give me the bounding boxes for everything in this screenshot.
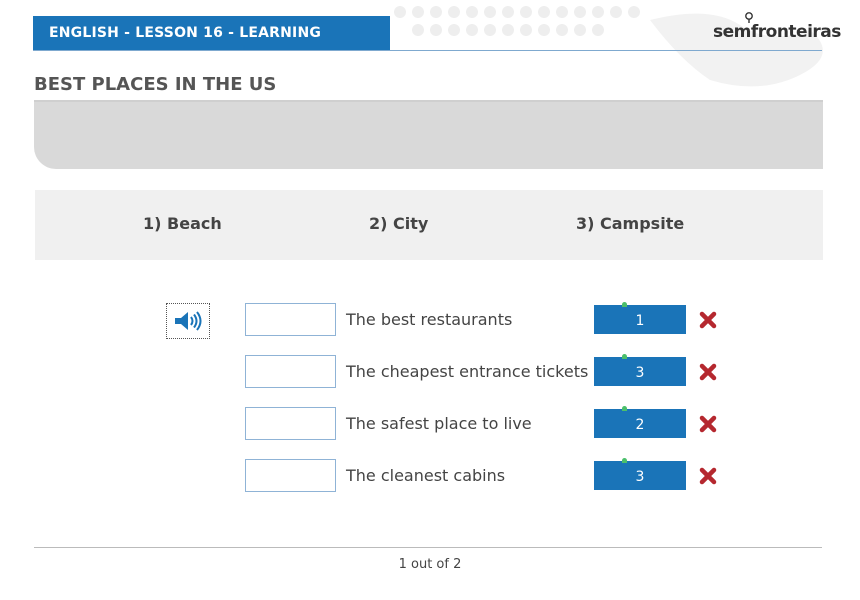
answer-drop-box[interactable] (245, 355, 336, 388)
answer-drop-box[interactable] (245, 407, 336, 440)
chip-handle-icon (622, 458, 627, 463)
answer-drop-box[interactable] (245, 459, 336, 492)
x-mark-icon (699, 311, 717, 329)
statement-text: The best restaurants (346, 310, 513, 329)
answer-chip-value: 1 (635, 313, 645, 329)
x-mark-icon (699, 467, 717, 485)
page-title: BEST PLACES IN THE US (34, 74, 277, 95)
chip-handle-icon (622, 354, 627, 359)
instructions-panel (34, 100, 823, 169)
statement-text: The cleanest cabins (346, 466, 506, 485)
x-mark-icon (699, 363, 717, 381)
answer-chip[interactable]: 3 (594, 354, 686, 386)
x-mark-icon (699, 415, 717, 433)
category-city: 2) City (369, 214, 429, 233)
answer-chip[interactable]: 2 (594, 406, 686, 438)
statement-text: The safest place to live (346, 414, 532, 433)
category-beach: 1) Beach (143, 214, 222, 233)
chip-handle-icon (622, 406, 627, 411)
lesson-title-tab: ENGLISH - LESSON 16 - LEARNING ACTIVITY (33, 16, 390, 76)
statement-row: The safest place to live 2 (0, 406, 860, 441)
statement-row: The best restaurants 1 (0, 302, 860, 337)
header-divider (33, 50, 822, 51)
answer-chip-value: 3 (635, 469, 645, 485)
answer-drop-box[interactable] (245, 303, 336, 336)
answer-chip-value: 3 (635, 365, 645, 381)
answer-chip[interactable]: 3 (594, 458, 686, 490)
footer-divider (34, 547, 822, 548)
category-campsite: 3) Campsite (576, 214, 685, 233)
statement-row: The cleanest cabins 3 (0, 458, 860, 493)
answer-chip-value: 2 (635, 417, 645, 433)
statement-row: The cheapest entrance tickets 3 (0, 354, 860, 389)
categories-panel: 1) Beach 2) City 3) Campsite (35, 190, 823, 260)
chip-handle-icon (622, 302, 627, 307)
pagination-indicator: 1 out of 2 (398, 557, 462, 572)
brand-logo-text: semfronteiras (713, 22, 841, 42)
answer-chip[interactable]: 1 (594, 302, 686, 334)
statement-text: The cheapest entrance tickets (346, 362, 589, 381)
